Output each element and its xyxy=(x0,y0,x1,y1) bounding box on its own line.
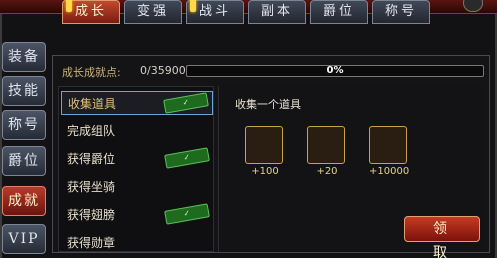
detail-title: 收集一个道具 xyxy=(235,98,301,111)
list-item-label: 获得爵位 xyxy=(67,152,116,166)
tab-label: 战斗 xyxy=(198,4,231,19)
progress-percent: 0% xyxy=(326,65,344,76)
progress-value: 0/35900 xyxy=(140,64,186,77)
claim-button[interactable]: 领取 xyxy=(404,216,480,258)
completed-stamp-icon: ✓ xyxy=(164,147,210,169)
list-item[interactable]: 获得爵位 ✓ xyxy=(61,147,213,171)
exclamation-icon xyxy=(66,0,72,12)
side-nav-item[interactable]: 称号 xyxy=(2,110,46,140)
checkmark-icon: ✓ xyxy=(181,97,190,108)
list-item-label: 获得坐骑 xyxy=(67,180,116,194)
reward-quantity: +100 xyxy=(251,166,279,177)
progress-label: 成长成就点: xyxy=(62,66,121,79)
reward-quantity: +10000 xyxy=(369,166,410,177)
tab[interactable]: 爵位 xyxy=(310,0,368,24)
list-item[interactable]: 获得坐骑 xyxy=(61,175,213,199)
reward-quantity: +20 xyxy=(316,166,338,177)
list-item-label: 收集道具 xyxy=(68,97,117,111)
side-nav-item[interactable]: 爵位 xyxy=(2,146,46,176)
exclamation-icon xyxy=(190,0,196,12)
list-item[interactable]: 获得勋章 xyxy=(61,231,213,255)
tab[interactable]: 成长 xyxy=(62,0,120,24)
gold-ingot-icon xyxy=(307,126,345,164)
list-item-label: 完成组队 xyxy=(67,124,116,138)
tab[interactable]: 变强 xyxy=(124,0,182,24)
reward-item: +100 xyxy=(245,126,285,177)
list-item-label: 获得翅膀 xyxy=(67,208,116,222)
side-nav-item[interactable]: VIP xyxy=(2,224,46,254)
completed-stamp-icon: ✓ xyxy=(163,92,209,114)
tab[interactable]: 战斗 xyxy=(186,0,244,24)
achievement-list: 收集道具 ✓ 完成组队获得爵位 ✓ 获得坐骑获得翅膀 ✓ 获得勋章 xyxy=(58,86,214,252)
checkmark-icon: ✓ xyxy=(182,208,191,219)
reward-item: +10000 xyxy=(369,126,409,177)
reward-item: +20 xyxy=(307,126,347,177)
completed-stamp-icon: ✓ xyxy=(164,203,210,225)
progress-bar: 0% xyxy=(186,65,484,77)
tab[interactable]: 称号 xyxy=(372,0,430,24)
tab-label: 成长 xyxy=(74,4,107,19)
tab[interactable]: 副本 xyxy=(248,0,306,24)
tab-label: 称号 xyxy=(384,4,417,19)
tab-label: 变强 xyxy=(136,4,169,19)
tab-label: 爵位 xyxy=(322,4,355,19)
side-nav-item[interactable]: 装备 xyxy=(2,42,46,72)
checkmark-icon: ✓ xyxy=(182,152,191,163)
list-item[interactable]: 收集道具 ✓ xyxy=(61,91,213,115)
gold-coins-icon xyxy=(369,126,407,164)
list-item-label: 获得勋章 xyxy=(67,236,116,250)
list-item[interactable]: 获得翅膀 ✓ xyxy=(61,203,213,227)
side-nav-item[interactable]: 技能 xyxy=(2,76,46,106)
helmet-medal-icon xyxy=(245,126,283,164)
tab-label: 副本 xyxy=(260,4,293,19)
side-nav-item[interactable]: 成就 xyxy=(2,186,46,216)
list-item[interactable]: 完成组队 xyxy=(61,119,213,143)
